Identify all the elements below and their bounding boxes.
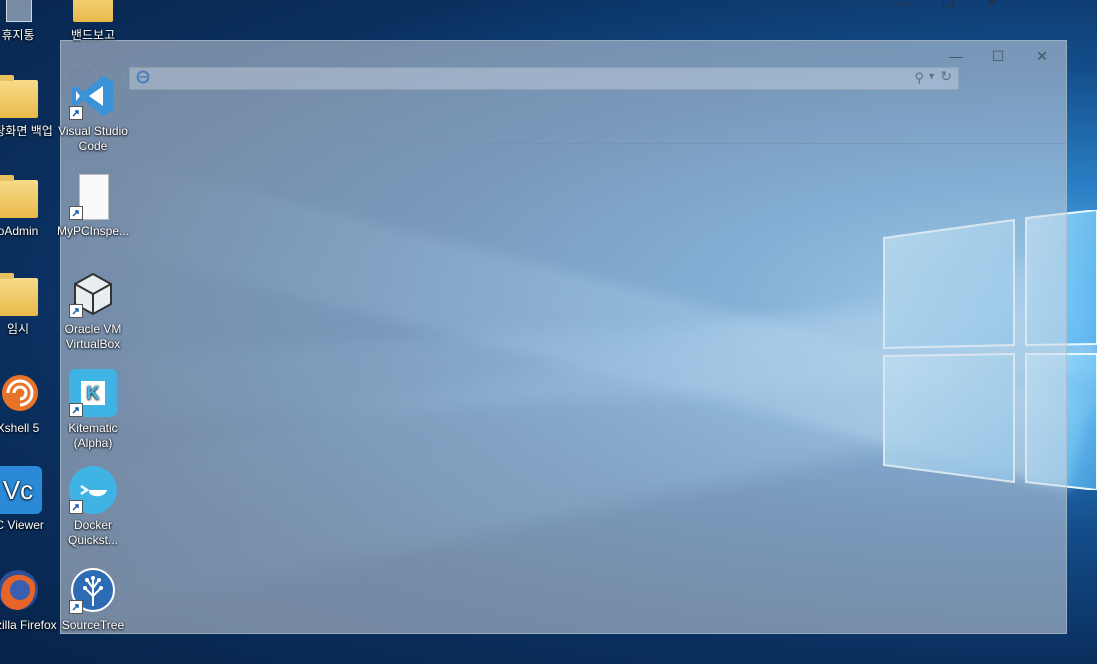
firefox-icon	[0, 566, 42, 614]
ghost-close-button[interactable]: ✕	[1029, 47, 1055, 65]
desktop-icon-label: 임시	[6, 322, 30, 336]
desktop-icon-label: IC Viewer	[0, 518, 44, 532]
ghost-maximize-button[interactable]: ☐	[985, 47, 1011, 65]
folder-icon	[0, 72, 42, 120]
desktop-icon-firefox[interactable]: Mozilla Firefox	[0, 566, 59, 633]
refresh-icon[interactable]: ↻	[940, 68, 952, 85]
desktop-icon-label: Docker Quickst...	[67, 518, 118, 547]
desktop-icon-label: Xshell 5	[0, 421, 40, 435]
desktop-icon-vnc-viewer[interactable]: Vc IC Viewer	[0, 466, 59, 533]
desktop-icon-label: Oracle VM VirtualBox	[64, 322, 122, 351]
desktop-icon-label: 바탕화면 백업	[0, 124, 53, 138]
desktop-icon-label: Visual Studio Code	[58, 124, 128, 153]
folder-icon	[0, 270, 42, 318]
desktop-icon-desktop-backup[interactable]: 바탕화면 백업	[0, 72, 59, 139]
document-icon	[69, 172, 117, 220]
toolbar-divider	[61, 143, 1066, 144]
desktop-icon-xshell[interactable]: Xshell 5	[0, 369, 59, 436]
desktop-icon-recycle-bin[interactable]: 휴지통	[0, 0, 59, 43]
ie-icon	[136, 70, 150, 84]
desktop-icon-label: Mozilla Firefox	[0, 618, 57, 632]
shortcut-arrow-icon	[69, 403, 83, 417]
desktop-icon-temp[interactable]: 임시	[0, 270, 59, 337]
desktop-icon-docker-quickstart[interactable]: Docker Quickst...	[52, 466, 134, 548]
desktop-icon-band-report[interactable]: 밴드보고	[52, 0, 134, 43]
recycle-bin-icon	[0, 0, 42, 24]
address-bar[interactable]: ⚲ ▼ ↻	[129, 67, 959, 90]
shortcut-arrow-icon	[69, 206, 83, 220]
maximize-button[interactable]: ☐	[936, 0, 960, 11]
desktop-icon-mypcinspector[interactable]: MyPCInspe...	[52, 172, 134, 239]
folder-icon	[69, 0, 117, 24]
desktop-icon-virtualbox[interactable]: Oracle VM VirtualBox	[52, 270, 134, 352]
desktop-icon-sourcetree[interactable]: SourceTree	[52, 566, 134, 633]
shortcut-arrow-icon	[69, 106, 83, 120]
docker-icon	[69, 466, 117, 514]
desktop-icon-label: oAdmin	[0, 224, 39, 238]
desktop-icon-kitematic[interactable]: K Kitematic (Alpha)	[52, 369, 134, 451]
desktop-icon-oadmin[interactable]: oAdmin	[0, 172, 59, 239]
chevron-down-icon[interactable]: ▼	[927, 71, 936, 81]
desktop-icon-label: 휴지통	[1, 28, 35, 42]
desktop-icon-label: MyPCInspe...	[56, 224, 130, 238]
xshell-icon	[0, 369, 42, 417]
desktop-icon-label: SourceTree	[61, 618, 125, 632]
minimize-button[interactable]: —	[892, 0, 916, 10]
sourcetree-icon	[69, 566, 117, 614]
vnc-icon: Vc	[0, 466, 42, 514]
search-icon[interactable]: ⚲	[914, 70, 924, 86]
shortcut-arrow-icon	[69, 600, 83, 614]
ghost-minimize-button[interactable]: —	[943, 47, 969, 65]
kitematic-icon: K	[69, 369, 117, 417]
close-button[interactable]: ✕	[980, 0, 1004, 11]
desktop-icon-label: 밴드보고	[70, 28, 116, 42]
virtualbox-icon	[69, 270, 117, 318]
vscode-icon	[69, 72, 117, 120]
folder-icon	[0, 172, 42, 220]
shortcut-arrow-icon	[69, 304, 83, 318]
shortcut-arrow-icon	[69, 500, 83, 514]
dragged-browser-window[interactable]: ⚲ ▼ ↻ — ☐ ✕	[60, 40, 1067, 634]
desktop-icon-label: Kitematic (Alpha)	[68, 421, 118, 450]
desktop-icon-vscode[interactable]: Visual Studio Code	[52, 72, 134, 154]
